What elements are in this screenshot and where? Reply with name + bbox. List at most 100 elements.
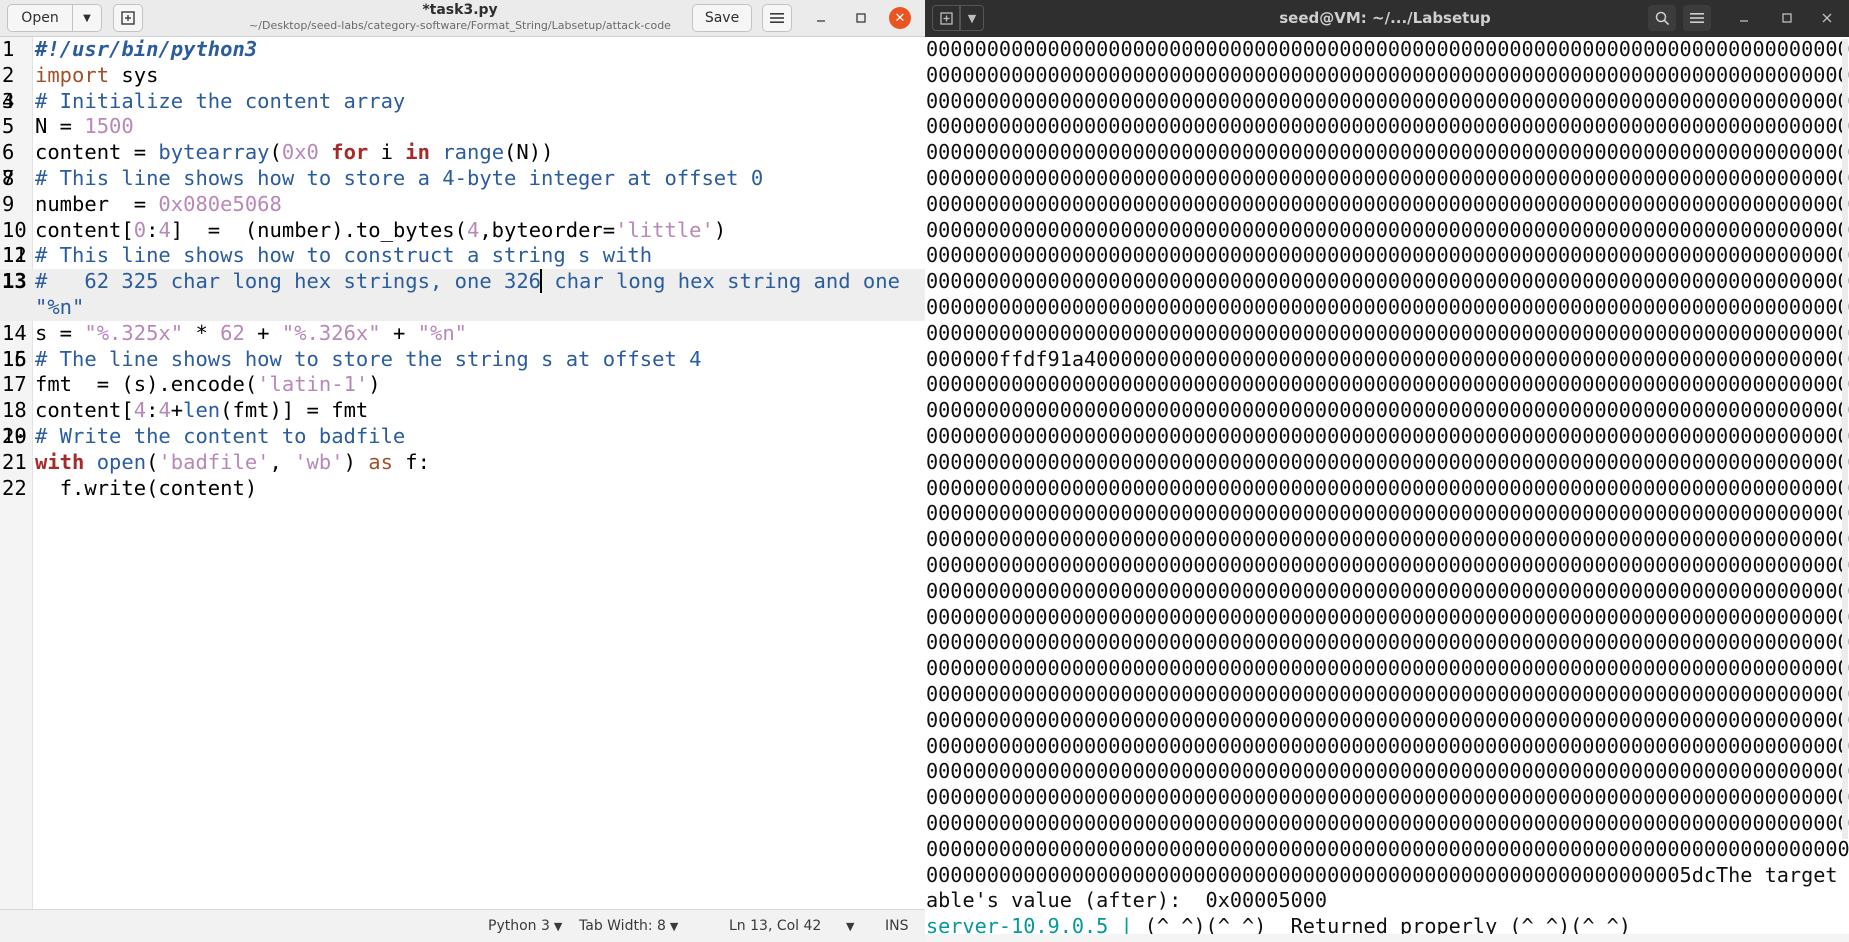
terminal-line: 0000000000000000000000000000000000000000… — [926, 372, 1849, 397]
terminal-line: 0000000000000000000000000000000000000000… — [926, 165, 1849, 190]
new-tab-button[interactable] — [932, 5, 960, 31]
terminal-line: able's value (after): 0x00005000 — [926, 888, 1328, 913]
chevron-down-icon: ▼ — [553, 920, 563, 933]
terminal-line: 0000000000000000000000000000000000000000… — [926, 681, 1849, 706]
terminal-bottom-edge — [925, 934, 1849, 942]
code-line-17[interactable]: 17 fmt = (s).encode('latin-1') — [0, 372, 925, 398]
terminal-line: 0000000000000000000000000000000000000000… — [926, 62, 1849, 87]
terminal-line: 0000000000000000000000000000000000000000… — [926, 656, 1849, 681]
code-area[interactable]: 1 #!/usr/bin/python3 2 import sys 3 4 # Ini… — [0, 37, 925, 501]
terminal-line: 0000000000000000000000000000000000000000… — [926, 243, 1849, 268]
line-number: 20 — [2, 423, 27, 448]
code-text: s = "%.325x" * 62 + "%.326x" + "%n" — [35, 320, 468, 345]
maximize-icon — [1782, 13, 1792, 23]
code-text: # This line shows how to store a 4-byte … — [35, 165, 764, 190]
terminal-line: 0000000000000000000000000000000000000000… — [926, 707, 1849, 732]
terminal-title: seed@VM: ~/.../Labsetup — [1279, 9, 1491, 27]
terminal-scrollbar[interactable] — [1842, 39, 1848, 839]
line-number: 21 — [2, 449, 27, 474]
code-text: #!/usr/bin/python3 — [35, 37, 258, 61]
code-line-5[interactable]: 5 N = 1500 — [0, 114, 925, 140]
terminal-maximize-button[interactable] — [1775, 6, 1799, 30]
tab-width-selector[interactable]: Tab Width: 8 ▼ — [579, 918, 678, 934]
minimize-button[interactable] — [808, 4, 834, 32]
terminal-output[interactable]: 0000000000000000000000000000000000000000… — [925, 37, 1849, 942]
new-tab-icon — [121, 11, 135, 25]
code-text: # This line shows how to construct a str… — [35, 243, 653, 268]
terminal-line: 0000000000000000000000000000000000000000… — [926, 733, 1849, 758]
code-text: content[0:4] = (number).to_bytes(4,byteo… — [35, 217, 727, 242]
code-text: # 62 325 char long hex strings, one 326 … — [35, 269, 913, 319]
code-text: content[4:4+len(fmt)] = fmt — [35, 398, 369, 423]
maximize-button[interactable] — [848, 4, 874, 32]
maximize-icon — [856, 13, 866, 23]
line-number: 12 — [2, 243, 27, 268]
code-text: import sys — [35, 62, 159, 87]
code-line-6[interactable]: 6 content = bytearray(0x0 for i in range(… — [0, 140, 925, 166]
terminal-line: 0000000000000000000000000000000000000000… — [926, 475, 1849, 500]
line-number: 16 — [2, 346, 27, 371]
menu-button[interactable] — [762, 4, 792, 32]
cursor-position[interactable]: Ln 13, Col 42 — [729, 918, 821, 934]
code-editor[interactable]: 1 #!/usr/bin/python3 2 import sys 3 4 # Ini… — [0, 37, 925, 909]
save-button[interactable]: Save — [692, 4, 752, 32]
line-number: 10 — [2, 217, 27, 242]
close-icon: ✕ — [894, 10, 906, 26]
code-line-12[interactable]: 12 # This line shows how to construct a s… — [0, 243, 925, 269]
terminal-minimize-button[interactable] — [1732, 6, 1756, 30]
code-line-2[interactable]: 2 import sys — [0, 63, 925, 89]
terminal-line: 0000000000000000000000000000000000000000… — [926, 759, 1849, 784]
code-line-21[interactable]: 21 with open('badfile', 'wb') as f: — [0, 450, 925, 476]
hamburger-menu-icon — [1690, 13, 1704, 23]
code-text: f.write(content) — [35, 475, 258, 500]
terminal-close-button[interactable] — [1815, 6, 1839, 30]
open-button[interactable]: Open — [7, 4, 73, 32]
line-number: 1 — [2, 37, 15, 61]
code-text: # Initialize the content array — [35, 88, 406, 113]
code-line-13-current[interactable]: 13 # 62 325 char long hex strings, one 32… — [0, 269, 925, 321]
open-dropdown-button[interactable]: ▼ — [72, 4, 102, 32]
terminal-line: 0000000000000000000000000000000000000000… — [926, 527, 1849, 552]
terminal-line: 0000000000000000000000000000000000000000… — [926, 810, 1849, 835]
terminal-line: 0000000000000000000000000000000000000000… — [926, 269, 1849, 294]
file-path: ~/Desktop/seed-labs/category-software/Fo… — [249, 19, 671, 32]
new-document-button[interactable] — [113, 4, 143, 32]
search-icon — [1655, 11, 1669, 25]
code-line-22[interactable]: 22 f.write(content) — [0, 476, 925, 502]
line-number: 5 — [2, 114, 15, 139]
terminal-line: 000000ffdf91a400000000000000000000000000… — [926, 346, 1849, 371]
new-tab-dropdown-button[interactable]: ▼ — [960, 5, 984, 31]
terminal-line: 0000000000000000000000000000000000000000… — [926, 114, 1849, 139]
chevron-down-icon[interactable]: ▼ — [846, 920, 854, 933]
search-button[interactable] — [1648, 5, 1676, 31]
text-editor-window: Open ▼ *task3.py ~/Desktop/seed-labs/cat… — [0, 0, 925, 942]
terminal-line: 0000000000000000000000000000000000000000… — [926, 449, 1849, 474]
code-line-14[interactable]: 14 s = "%.325x" * 62 + "%.326x" + "%n" — [0, 321, 925, 347]
terminal-line: 0000000000000000000000000000000000000000… — [926, 836, 1849, 861]
code-text: N = 1500 — [35, 114, 134, 139]
terminal-line: 0000000000000000000000000000000000000000… — [926, 320, 1849, 345]
code-line-9[interactable]: 9 number = 0x080e5068 — [0, 192, 925, 218]
close-button[interactable]: ✕ — [889, 7, 911, 29]
language-selector[interactable]: Python 3 ▼ — [488, 918, 562, 934]
terminal-line: 0000000000000000000000000000000000000000… — [926, 785, 1849, 810]
language-label: Python 3 — [488, 918, 550, 934]
terminal-line: 0000000000000000000000000000000000000000… — [926, 630, 1849, 655]
terminal-menu-button[interactable] — [1683, 5, 1711, 31]
close-icon — [1822, 13, 1832, 23]
minimize-icon — [1740, 20, 1748, 22]
terminal-line: 0000000000000000000000000000000000000000… — [926, 552, 1849, 577]
code-line-4[interactable]: 4 # Initialize the content array — [0, 89, 925, 115]
code-line-10[interactable]: 10 content[0:4] = (number).to_bytes(4,byt… — [0, 218, 925, 244]
code-line-18[interactable]: 18 content[4:4+len(fmt)] = fmt — [0, 398, 925, 424]
code-line-1[interactable]: 1 #!/usr/bin/python3 — [0, 37, 925, 63]
code-text: content = bytearray(0x0 for i in range(N… — [35, 140, 554, 165]
code-line-16[interactable]: 16 # The line shows how to store the stri… — [0, 347, 925, 373]
line-number: 6 — [2, 140, 15, 165]
code-line-20[interactable]: 20 # Write the content to badfile — [0, 424, 925, 450]
line-number: 17 — [2, 372, 27, 397]
terminal-window: ▼ seed@VM: ~/.../Labsetup 00000000000000… — [925, 0, 1849, 942]
code-line-8[interactable]: 8 # This line shows how to store a 4-byte… — [0, 166, 925, 192]
terminal-line: 0000000000000000000000000000000000000000… — [926, 294, 1849, 319]
line-number: 14 — [2, 320, 27, 345]
